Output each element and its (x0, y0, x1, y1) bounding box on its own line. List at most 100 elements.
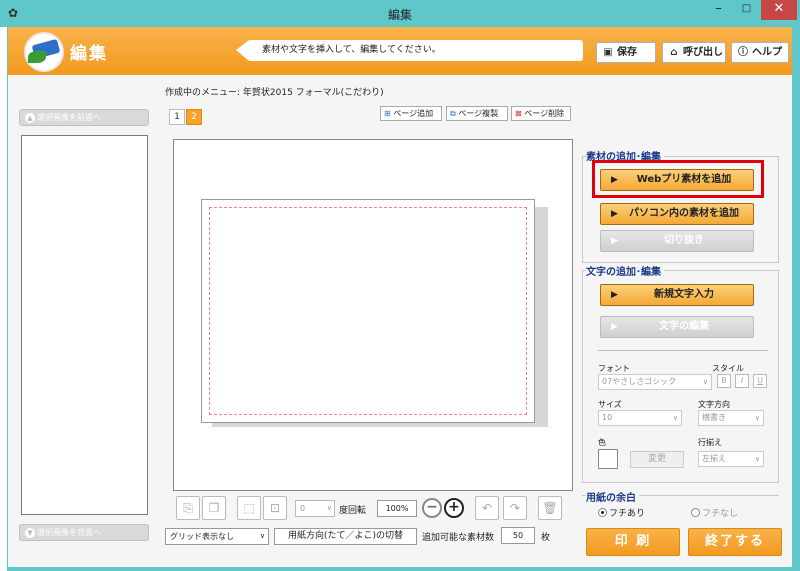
window-titlebar: ✿ 編集 – □ ✕ (0, 0, 800, 27)
page-title: 編集 (70, 44, 108, 64)
direction-select[interactable]: 横書き ∨ (698, 410, 764, 426)
help-circle-icon: ⓘ (738, 47, 748, 58)
margin-off-label: フチなし (702, 509, 739, 519)
save-button[interactable]: ▣ 保存 (596, 42, 656, 63)
arrow-down-icon: ▼ (25, 528, 35, 538)
radio-selected-icon (598, 508, 607, 517)
chevron-down-icon: ∨ (702, 378, 708, 386)
zoom-level[interactable]: 100% (377, 500, 417, 517)
save-label: 保存 (617, 47, 637, 58)
delete-page-button[interactable]: ⊠ ページ削除 (511, 106, 571, 121)
rotation-label: 度回転 (339, 506, 367, 516)
font-label: フォント (598, 364, 630, 373)
add-page-icon: ⊞ (384, 109, 391, 118)
align-value: 左揃え (702, 454, 726, 463)
margin-on-radio[interactable]: フチあり (598, 506, 645, 519)
copy-page-label: ページ複製 (458, 109, 499, 118)
floppy-disk-icon: ▣ (603, 47, 613, 58)
italic-button[interactable]: I (735, 374, 749, 388)
bring-to-front-button[interactable]: ▲ 選択画像を前面へ (19, 109, 149, 126)
minimize-button[interactable]: – (705, 0, 732, 20)
edit-text-button[interactable]: ▶ 文字の編集 (600, 316, 754, 338)
send-to-back-label: 選択画像を背面へ (37, 528, 101, 537)
crop-label: 切り抜き (664, 235, 704, 246)
size-label: サイズ (598, 400, 622, 409)
arrow-up-icon: ▲ (25, 113, 35, 123)
text-group-divider (598, 350, 768, 351)
load-label: 呼び出し (683, 47, 723, 58)
chevron-down-icon: ∨ (326, 504, 332, 512)
chevron-down-icon: ∨ (754, 455, 760, 463)
image-thumbnail-list[interactable] (21, 135, 148, 515)
zoom-in-icon[interactable]: + (444, 498, 464, 518)
play-icon: ▶ (611, 290, 618, 300)
play-icon: ▶ (611, 322, 618, 332)
grid-display-select[interactable]: グリッド表示なし ∨ (165, 528, 269, 545)
exit-button[interactable]: 終了する (688, 528, 782, 556)
bring-to-front-label: 選択画像を前面へ (37, 113, 101, 122)
tab-page-1[interactable]: 1 (169, 109, 185, 125)
fit-frame-icon[interactable]: ⬚ (237, 496, 261, 520)
trash-icon[interactable]: 🗑 (538, 496, 562, 520)
tab-page-2[interactable]: 2 (186, 109, 202, 125)
chevron-down-icon: ∨ (259, 532, 265, 540)
close-button[interactable]: ✕ (761, 0, 797, 20)
delete-page-label: ページ削除 (524, 109, 565, 118)
grid-display-value: グリッド表示なし (170, 532, 234, 541)
align-select[interactable]: 左揃え ∨ (698, 451, 764, 467)
background-window-edge (0, 27, 8, 571)
margin-group-title: 用紙の余白 (586, 489, 639, 504)
style-label: スタイル (712, 364, 744, 373)
chevron-down-icon: ∨ (754, 414, 760, 422)
add-page-button[interactable]: ⊞ ページ追加 (380, 106, 442, 121)
font-select[interactable]: 07やさしさゴシック ∨ (598, 374, 712, 390)
direction-label: 文字方向 (698, 400, 730, 409)
load-button[interactable]: ⌂ 呼び出し (662, 42, 726, 63)
add-pc-material-label: パソコン内の素材を追加 (629, 208, 739, 219)
radio-unselected-icon (691, 508, 700, 517)
help-label: ヘルプ (752, 47, 782, 58)
play-icon: ▶ (611, 209, 618, 219)
add-page-label: ページ追加 (393, 109, 434, 118)
undo-icon[interactable]: ↶ (475, 496, 499, 520)
paste-icon[interactable]: ⎘ (176, 496, 200, 520)
direction-value: 横書き (702, 413, 726, 422)
redo-icon[interactable]: ↷ (503, 496, 527, 520)
margin-off-radio[interactable]: フチなし (691, 506, 738, 519)
underline-button[interactable]: U (753, 374, 767, 388)
color-label: 色 (598, 438, 606, 447)
crop-button[interactable]: ▶ 切り抜き (600, 230, 754, 252)
size-select[interactable]: 10 ∨ (598, 410, 682, 426)
window-title: 編集 (387, 8, 412, 22)
text-group-title: 文字の追加･編集 (586, 263, 664, 278)
copy-page-icon: ⧉ (450, 109, 456, 118)
paper-sheet[interactable] (201, 199, 535, 423)
copy-page-button[interactable]: ⧉ ページ複製 (446, 106, 508, 121)
fit-page-icon[interactable]: ⊡ (263, 496, 287, 520)
editor-window: 編集 素材や文字を挿入して、編集してください。 ▣ 保存 ⌂ 呼び出し ⓘ ヘルプ ▲… (8, 27, 792, 567)
maximize-button[interactable]: □ (733, 0, 760, 20)
print-button[interactable]: 印 刷 (586, 528, 680, 556)
edit-text-label: 文字の編集 (659, 321, 709, 332)
leaf-icon (28, 51, 46, 63)
font-value: 07やさしさゴシック (602, 377, 677, 386)
rotation-value: 0 (300, 504, 306, 513)
align-label: 行揃え (698, 438, 722, 447)
bold-button[interactable]: B (717, 374, 731, 388)
add-pc-material-button[interactable]: ▶ パソコン内の素材を追加 (600, 203, 754, 225)
chevron-down-icon: ∨ (672, 414, 678, 422)
new-text-button[interactable]: ▶ 新規文字入力 (600, 284, 754, 306)
play-icon: ▶ (611, 236, 618, 246)
zoom-out-icon[interactable]: − (422, 498, 442, 518)
copy-icon[interactable]: ❐ (202, 496, 226, 520)
help-button[interactable]: ⓘ ヘルプ (731, 42, 789, 63)
send-to-back-button[interactable]: ▼ 選択画像を背面へ (19, 524, 149, 541)
delete-page-icon: ⊠ (515, 109, 522, 118)
rotation-select[interactable]: 0 ∨ (295, 500, 335, 517)
change-color-button[interactable]: 変更 (630, 451, 684, 468)
paper-orientation-button[interactable]: 用紙方向(たて／よこ)の切替 (274, 528, 417, 545)
highlight-box (592, 160, 764, 198)
margin-on-label: フチあり (609, 509, 646, 519)
color-swatch[interactable] (598, 449, 618, 469)
print-margin-guide (209, 207, 527, 415)
